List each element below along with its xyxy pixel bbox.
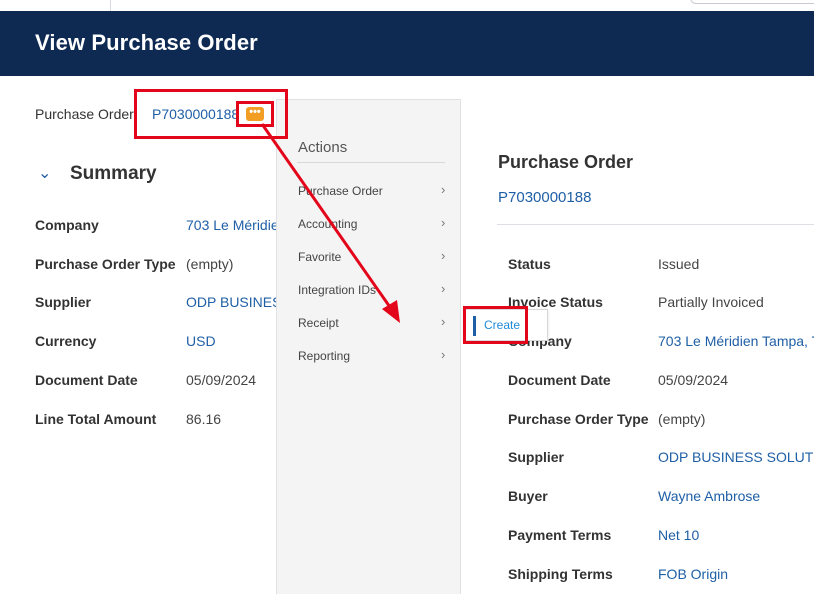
summary-value-currency[interactable]: USD [186,333,278,349]
chevron-right-icon: › [441,314,446,329]
summary-label-po-type: Purchase Order Type [35,256,176,272]
page-title: View Purchase Order [35,30,258,55]
detail-value-buyer[interactable]: Wayne Ambrose [658,488,814,504]
summary-value-supplier[interactable]: ODP BUSINESS SOLUTIONS [186,294,278,310]
summary-label-document-date: Document Date [35,372,138,388]
detail-value-po-type: (empty) [658,411,706,427]
menu-item-accounting[interactable]: Accounting [298,217,357,231]
summary-value-document-date: 05/09/2024 [186,372,257,388]
detail-label-buyer: Buyer [508,488,548,504]
detail-value-payment-terms[interactable]: Net 10 [658,527,814,543]
divider [297,162,445,163]
search-field[interactable] [690,0,814,4]
detail-value-company[interactable]: 703 Le Méridien Tampa, The Ri [658,333,814,349]
summary-label-company: Company [35,217,99,233]
chevron-right-icon: › [441,281,446,296]
summary-value-line-total: 86.16 [186,411,222,427]
chevron-down-icon[interactable]: ⌄ [38,163,51,183]
detail-label-po-type: Purchase Order Type [508,411,649,427]
detail-panel-po-link[interactable]: P7030000188 [498,189,591,206]
chevron-right-icon: › [441,182,446,197]
menu-item-receipt[interactable]: Receipt [298,316,339,330]
toolbar-divider [110,0,111,11]
chevron-right-icon: › [441,215,446,230]
annotation-highlight-ellipsis [236,101,274,127]
summary-value-company[interactable]: 703 Le Méridien Tampa, The Ri [186,217,278,233]
detail-value-supplier[interactable]: ODP BUSINESS SOLUTIONS [658,449,814,465]
annotation-highlight-create [463,306,528,344]
menu-item-reporting[interactable]: Reporting [298,349,350,363]
summary-label-supplier: Supplier [35,294,92,310]
purchase-order-label: Purchase Order [35,106,134,122]
chevron-right-icon: › [441,248,446,263]
menu-item-favorite[interactable]: Favorite [298,250,341,264]
detail-value-status: Issued [658,256,700,272]
divider [497,224,814,225]
menu-item-purchase-order[interactable]: Purchase Order [298,184,383,198]
detail-label-document-date: Document Date [508,372,611,388]
actions-menu: Actions Purchase Order › Accounting › Fa… [276,99,461,594]
menu-item-integration-ids[interactable]: Integration IDs [298,283,376,297]
chevron-right-icon: › [441,347,446,362]
summary-value-po-type: (empty) [186,256,234,272]
detail-value-invoice-status: Partially Invoiced [658,294,764,310]
page-header: View Purchase Order [0,11,814,76]
summary-label-currency: Currency [35,333,97,349]
top-toolbar [0,0,814,11]
detail-label-shipping-terms: Shipping Terms [508,566,613,582]
detail-value-document-date: 05/09/2024 [658,372,729,388]
actions-menu-title: Actions [298,139,348,156]
summary-label-line-total: Line Total Amount [35,411,157,427]
detail-label-status: Status [508,256,551,272]
detail-value-shipping-terms[interactable]: FOB Origin [658,566,814,582]
detail-label-payment-terms: Payment Terms [508,527,612,543]
detail-label-supplier: Supplier [508,449,565,465]
summary-heading: Summary [70,163,157,184]
detail-panel-title: Purchase Order [498,152,634,172]
